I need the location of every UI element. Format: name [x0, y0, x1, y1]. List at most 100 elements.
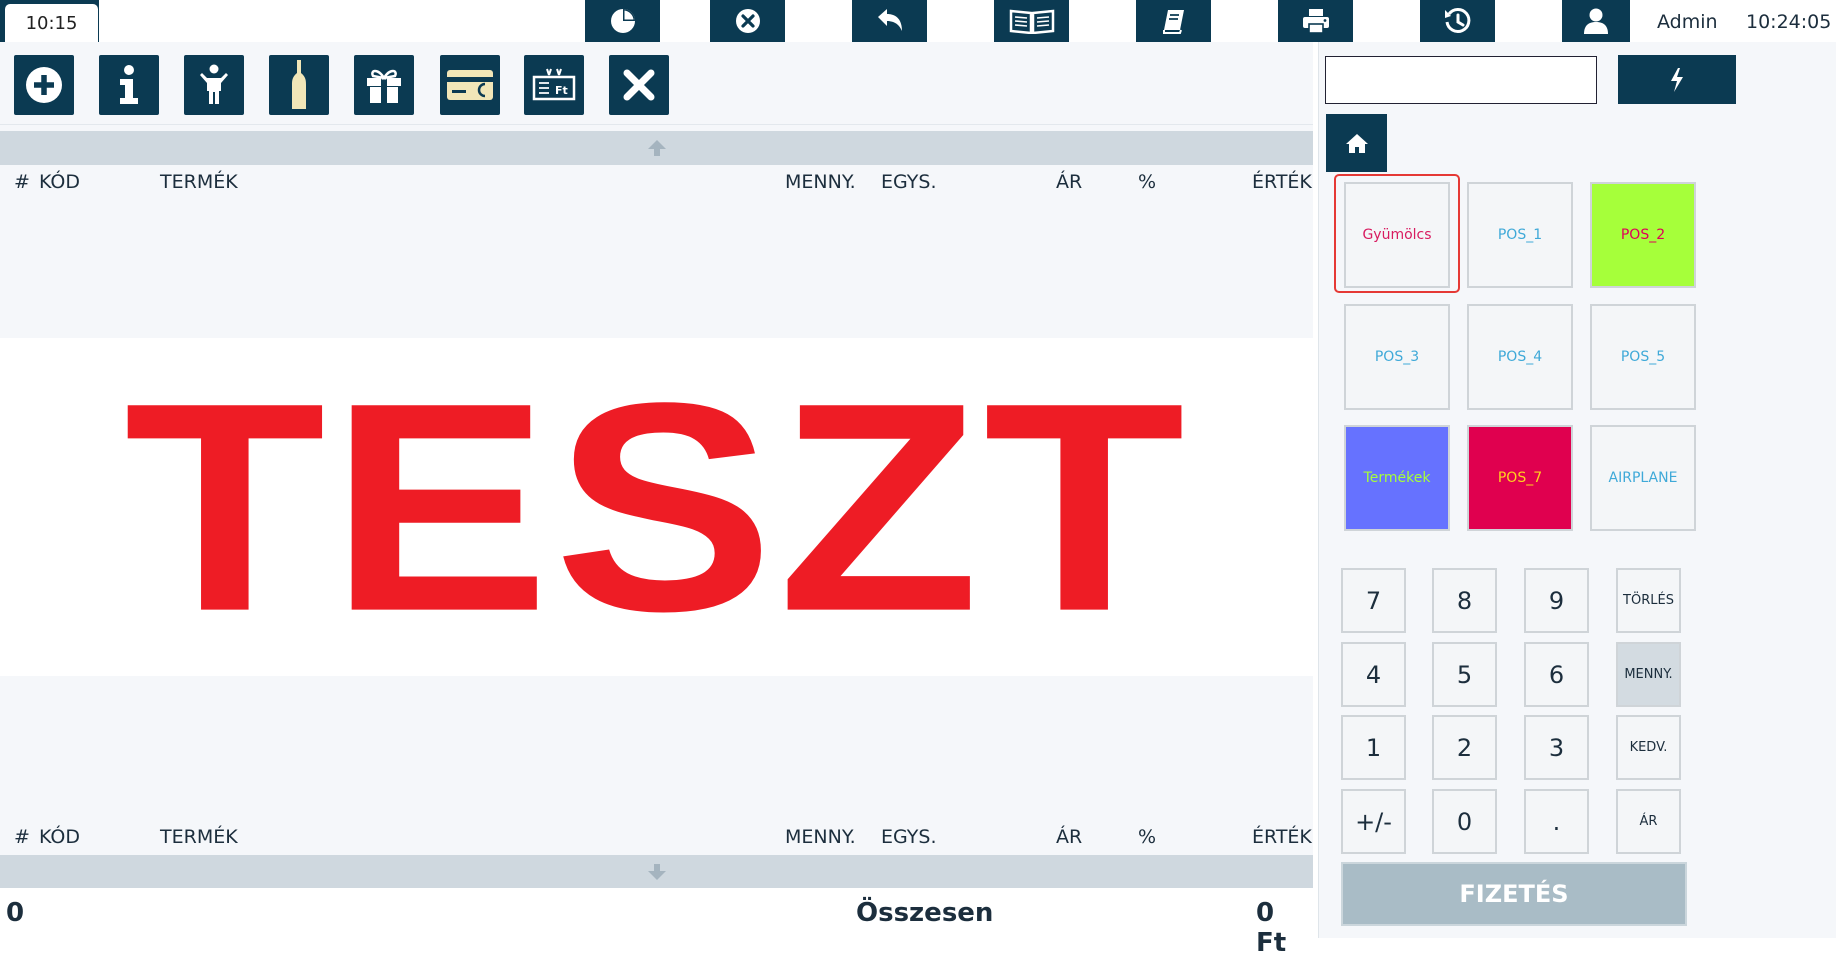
item-count: 0	[6, 898, 25, 928]
category-tile-8[interactable]: AIRPLANE	[1590, 425, 1696, 531]
key-7[interactable]: 7	[1341, 568, 1406, 633]
gift-icon	[367, 69, 401, 103]
top-bar-spacer	[660, 0, 710, 42]
book-icon	[1162, 10, 1184, 34]
payment-button[interactable]: FIZETÉS	[1341, 862, 1687, 926]
key-8[interactable]: 8	[1432, 568, 1497, 633]
sign-toggle-key[interactable]: +/-	[1341, 789, 1406, 854]
action-toolbar: Ft	[0, 42, 1313, 125]
category-label: POS_5	[1620, 349, 1666, 365]
decimal-key[interactable]: .	[1524, 789, 1589, 854]
customer-button[interactable]	[184, 55, 244, 115]
category-label: POS_7	[1497, 470, 1543, 486]
key-4[interactable]: 4	[1341, 642, 1406, 707]
session-clock: 10:15	[5, 4, 98, 42]
col-product: TERMÉK	[160, 826, 238, 848]
test-mode-banner: TESZT	[0, 338, 1313, 676]
print-button[interactable]	[1278, 0, 1353, 42]
deposit-bottle-button[interactable]	[269, 55, 329, 115]
close-circle-icon	[735, 9, 760, 33]
key-9[interactable]: 9	[1524, 568, 1589, 633]
pie-chart-icon	[610, 9, 635, 33]
scroll-down-button[interactable]	[0, 855, 1313, 889]
cancel-receipt-button[interactable]	[710, 0, 785, 42]
table-header-bottom: # KÓD TERMÉK MENNY. EGYS. ÁR % ÉRTÉK	[0, 820, 1313, 852]
category-tile-2[interactable]: POS_2	[1590, 182, 1696, 288]
quick-search-button[interactable]	[1618, 55, 1736, 104]
category-tile-7[interactable]: POS_7	[1467, 425, 1573, 531]
category-tile-5[interactable]: POS_5	[1590, 304, 1696, 410]
key-6[interactable]: 6	[1524, 642, 1589, 707]
top-bar-spacer	[1211, 0, 1278, 42]
category-tile-3[interactable]: POS_3	[1344, 304, 1450, 410]
reports-button[interactable]	[585, 0, 660, 42]
card-button[interactable]	[440, 55, 500, 115]
price-key[interactable]: ÁR	[1616, 789, 1681, 854]
category-tile-1[interactable]: POS_1	[1467, 182, 1573, 288]
category-label: POS_4	[1497, 349, 1543, 365]
history-button[interactable]	[1420, 0, 1495, 42]
plus-circle-icon	[26, 67, 62, 103]
top-bar: 10:15 Admin 10:24:05	[0, 0, 1836, 42]
user-button[interactable]	[1562, 0, 1630, 42]
search-input[interactable]	[1325, 56, 1597, 104]
scroll-up-button[interactable]	[0, 131, 1313, 165]
col-percent: %	[1138, 826, 1157, 848]
top-bar-spacer	[1353, 0, 1420, 42]
key-1[interactable]: 1	[1341, 715, 1406, 780]
col-price: ÁR	[1056, 826, 1083, 848]
home-category-button[interactable]	[1326, 114, 1387, 172]
journal-button[interactable]	[1136, 0, 1211, 42]
category-tile-6[interactable]: Termékek	[1344, 425, 1450, 531]
col-price: ÁR	[1056, 171, 1083, 193]
discount-key[interactable]: KEDV.	[1616, 715, 1681, 780]
key-0[interactable]: 0	[1432, 789, 1497, 854]
top-bar-spacer	[785, 0, 852, 42]
key-5[interactable]: 5	[1432, 642, 1497, 707]
delete-item-button[interactable]	[609, 55, 669, 115]
info-icon	[120, 65, 138, 104]
price-tag-icon: Ft	[532, 68, 576, 101]
col-unit: EGYS.	[881, 171, 937, 193]
arrow-down-icon	[647, 864, 666, 880]
key-3[interactable]: 3	[1524, 715, 1589, 780]
category-label: Gyümölcs	[1362, 227, 1432, 243]
gift-button[interactable]	[354, 55, 414, 115]
totals-label: Összesen	[856, 898, 994, 928]
price-tag-button[interactable]: Ft	[524, 55, 584, 115]
undo-icon	[877, 9, 902, 31]
col-product: TERMÉK	[160, 171, 238, 193]
undo-button[interactable]	[852, 0, 927, 42]
banner-text: TESZT	[124, 340, 1189, 673]
category-tile-4[interactable]: POS_4	[1467, 304, 1573, 410]
category-label: POS_3	[1374, 349, 1420, 365]
catalog-button[interactable]	[994, 0, 1069, 42]
quantity-key[interactable]: MENNY.	[1616, 642, 1681, 707]
totals-row: 0 Összesen 0 Ft	[0, 888, 1313, 958]
col-num: #	[14, 171, 30, 193]
top-bar-spacer	[927, 0, 994, 42]
table-header-top: # KÓD TERMÉK MENNY. EGYS. ÁR % ÉRTÉK	[0, 165, 1313, 197]
col-percent: %	[1138, 171, 1157, 193]
printer-icon	[1302, 9, 1329, 34]
card-icon	[447, 70, 493, 100]
close-icon	[623, 69, 655, 101]
svg-text:Ft: Ft	[555, 84, 568, 97]
open-book-icon	[1009, 9, 1054, 34]
lightning-icon	[1671, 67, 1683, 92]
add-item-button[interactable]	[14, 55, 74, 115]
total-amount: 0 Ft	[1256, 898, 1287, 958]
delete-key[interactable]: TÖRLÉS	[1616, 568, 1681, 633]
product-panel: Gyümölcs POS_1 POS_2 POS_3 POS_4 POS_5 T…	[1318, 42, 1836, 938]
key-2[interactable]: 2	[1432, 715, 1497, 780]
user-icon	[1584, 8, 1608, 34]
category-label: AIRPLANE	[1608, 470, 1678, 486]
category-label: Termékek	[1363, 470, 1431, 486]
bottle-icon	[292, 60, 306, 109]
category-tile-0[interactable]: Gyümölcs	[1344, 182, 1450, 288]
user-name: Admin	[1657, 11, 1718, 33]
info-button[interactable]	[99, 55, 159, 115]
category-label: POS_2	[1620, 227, 1666, 243]
top-bar-spacer	[1069, 0, 1136, 42]
top-bar-spacer	[1495, 0, 1562, 42]
